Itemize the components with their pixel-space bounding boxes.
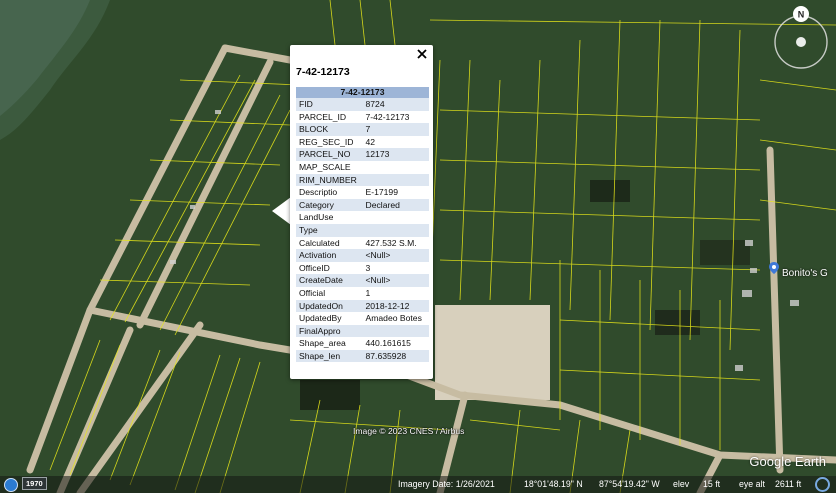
attribute-value: 2018-12-12 (362, 299, 429, 313)
attribute-row: PARCEL_ID 7-42-12173 (296, 110, 429, 124)
attribute-row: Descriptio E-17199 (296, 186, 429, 199)
attribute-row: OfficeID 3 (296, 261, 429, 275)
streaming-icon (815, 477, 830, 492)
attribute-table: 7-42-12173 FID 8724 PARCEL_ID 7-42-12173 BLO… (296, 87, 429, 363)
attribute-row: Shape_area 440.161615 (296, 337, 429, 350)
attribute-key: REG_SEC_ID (296, 135, 363, 149)
attribute-row: FinalAppro (296, 324, 429, 338)
elevation-label: elev (673, 479, 690, 489)
attribute-row: Category Declared (296, 198, 429, 212)
attribute-key: Activation (296, 249, 363, 262)
attribute-key: PARCEL_NO (296, 148, 363, 161)
attribute-row: FID 8724 (296, 98, 429, 111)
attribute-key: Shape_area (296, 337, 363, 350)
latitude-readout: 18°01'48.19" N (524, 479, 583, 489)
google-earth-logo: Google Earth (749, 454, 826, 469)
attribute-value: <Null> (362, 249, 429, 262)
attribute-row: CreateDate <Null> (296, 274, 429, 287)
attribute-row: Calculated 427.532 S.M. (296, 236, 429, 250)
attribute-key: UpdatedBy (296, 312, 363, 325)
attribute-value: E-17199 (362, 186, 429, 199)
poi-pin-icon[interactable] (769, 262, 779, 274)
attribute-value (362, 173, 429, 187)
attribute-row: Type (296, 223, 429, 237)
attribute-value (362, 324, 429, 338)
attribute-value: 42 (362, 135, 429, 149)
historical-imagery-icon[interactable] (4, 478, 18, 492)
attribute-key: Calculated (296, 236, 363, 250)
imagery-date: Imagery Date: 1/26/2021 (398, 479, 495, 489)
attribute-value (362, 223, 429, 237)
attribute-value: Amadeo Botes (362, 312, 429, 325)
attribute-row: UpdatedOn 2018-12-12 (296, 299, 429, 313)
attribute-key: FinalAppro (296, 324, 363, 338)
attribute-value (362, 160, 429, 174)
attribute-key: Descriptio (296, 186, 363, 199)
attribute-key: BLOCK (296, 123, 363, 136)
compass-icon[interactable]: N (772, 4, 830, 70)
attribute-row: PARCEL_NO 12173 (296, 148, 429, 161)
feature-info-popup: 7-42-12173 7-42-12173 FID 8724 PARCEL_ID 7-… (290, 45, 433, 379)
attribute-key: RIM_NUMBER (296, 173, 363, 187)
attribute-value: 87.635928 (362, 349, 429, 363)
close-icon[interactable] (415, 47, 429, 61)
attribute-value: 8724 (362, 98, 429, 111)
popup-title: 7-42-12173 (296, 66, 350, 78)
attribute-table-header: 7-42-12173 (296, 87, 429, 98)
elevation-value: 15 ft (703, 479, 721, 489)
attribute-key: MAP_SCALE (296, 160, 363, 174)
attribute-row: LandUse (296, 211, 429, 224)
attribute-row: Shape_len 87.635928 (296, 349, 429, 363)
attribute-value: 7 (362, 123, 429, 136)
eye-alt-value: 2611 ft (775, 479, 802, 489)
attribute-key: PARCEL_ID (296, 110, 363, 124)
attribute-key: Shape_len (296, 349, 363, 363)
attribute-row: RIM_NUMBER (296, 173, 429, 187)
compass-north-label: N (798, 10, 805, 20)
attribute-value: 440.161615 (362, 337, 429, 350)
popup-tail (272, 197, 291, 225)
attribute-key: Type (296, 223, 363, 237)
attribute-row: Activation <Null> (296, 249, 429, 262)
attribute-key: FID (296, 98, 363, 111)
attribute-value (362, 211, 429, 224)
attribute-value: 427.532 S.M. (362, 236, 429, 250)
attribute-value: 12173 (362, 148, 429, 161)
attribute-key: OfficeID (296, 261, 363, 275)
attribute-row: REG_SEC_ID 42 (296, 135, 429, 149)
imagery-attribution: Image © 2023 CNES / Airbus (353, 426, 465, 436)
poi-label[interactable]: Bonito's G (782, 268, 828, 279)
historical-year-badge[interactable]: 1970 (22, 477, 47, 490)
attribute-row: BLOCK 7 (296, 123, 429, 136)
attribute-key: Official (296, 286, 363, 300)
attribute-value: 7-42-12173 (362, 110, 429, 124)
attribute-row: MAP_SCALE (296, 160, 429, 174)
attribute-key: LandUse (296, 211, 363, 224)
attribute-value: Declared (362, 198, 429, 212)
attribute-value: 1 (362, 286, 429, 300)
attribute-key: CreateDate (296, 274, 363, 287)
attribute-row: Official 1 (296, 286, 429, 300)
attribute-value: <Null> (362, 274, 429, 287)
eye-alt-label: eye alt (739, 479, 765, 489)
longitude-readout: 87°54'19.42" W (599, 479, 660, 489)
attribute-value: 3 (362, 261, 429, 275)
attribute-key: UpdatedOn (296, 299, 363, 313)
attribute-key: Category (296, 198, 363, 212)
attribute-row: UpdatedBy Amadeo Botes (296, 312, 429, 325)
